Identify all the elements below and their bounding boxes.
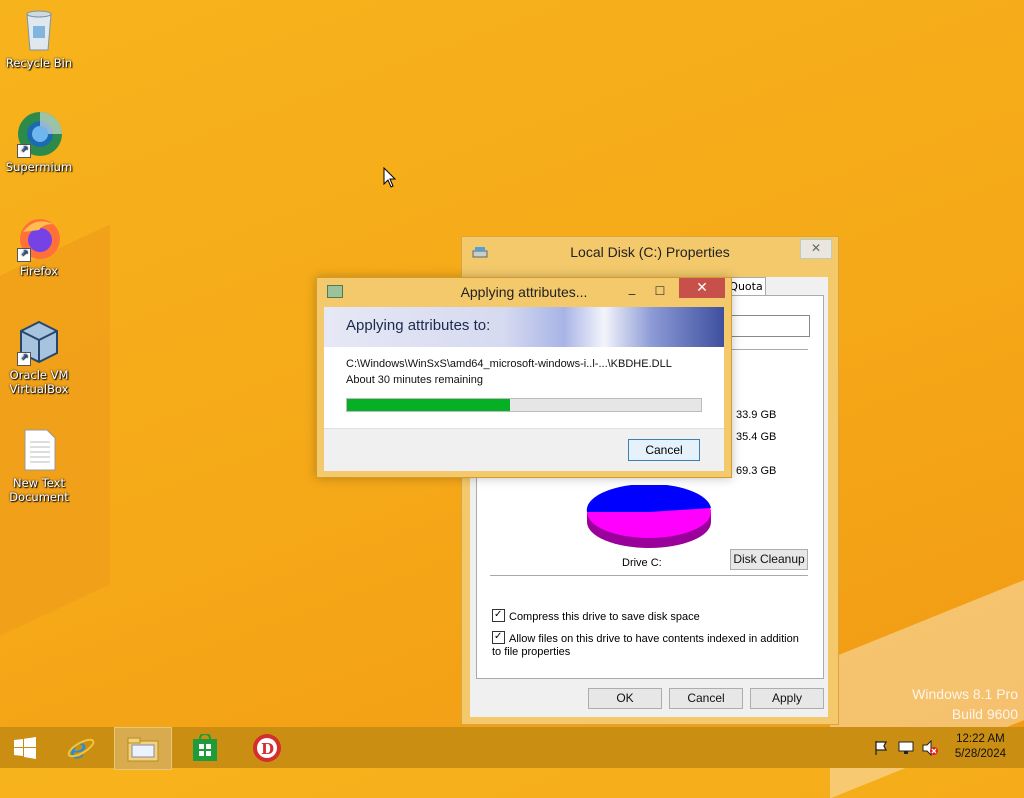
desktop-icon-supermium[interactable]: ↗ Supermium — [0, 110, 78, 174]
cancel-button[interactable]: Cancel — [669, 688, 743, 709]
clock-time: 12:22 AM — [956, 733, 1005, 745]
network-icon[interactable] — [898, 727, 914, 768]
capacity-value: 69.3 GB — [736, 465, 777, 477]
ok-button[interactable]: OK — [588, 688, 662, 709]
shortcut-arrow-icon: ↗ — [17, 248, 31, 262]
disk-cleanup-button[interactable]: Disk Cleanup — [730, 549, 808, 570]
system-clock[interactable]: 12:22 AM 5/28/2024 — [955, 732, 1006, 762]
index-drive-checkbox[interactable]: Allow files on this drive to have conten… — [492, 631, 804, 659]
shortcut-arrow-icon: ↗ — [17, 352, 31, 366]
applying-attributes-dialog[interactable]: Applying attributes... _ ☐ ✕ Applying at… — [316, 277, 732, 478]
tab-quota[interactable]: Quota — [726, 277, 766, 296]
maximize-button[interactable]: ☐ — [649, 282, 671, 300]
mouse-cursor-icon — [383, 166, 397, 192]
desktop-icon-label: Supermium — [5, 160, 73, 174]
windows-logo-icon — [14, 737, 36, 759]
divider — [490, 575, 808, 576]
desktop-icon-label: Oracle VM VirtualBox — [9, 368, 69, 396]
folder-icon — [127, 737, 159, 762]
dialog-banner: Applying attributes to: — [324, 307, 724, 347]
store-icon — [193, 734, 217, 761]
free-space-value: 35.4 GB — [736, 431, 777, 443]
store-taskbar-button[interactable] — [182, 727, 228, 768]
watermark-build: Build 9600 — [951, 706, 1018, 722]
compress-label: Compress this drive to save disk space — [509, 611, 700, 623]
internet-explorer-icon: e — [67, 733, 95, 763]
checkbox-checked-icon — [492, 609, 505, 622]
compress-drive-checkbox[interactable]: Compress this drive to save disk space — [492, 609, 700, 624]
drive-label: Drive C: — [622, 557, 662, 569]
action-center-flag-icon[interactable] — [874, 727, 890, 768]
close-button[interactable]: ✕ — [800, 239, 832, 259]
taskbar: e D 12:22 AM 5/28/2024 — [0, 727, 1024, 770]
close-button[interactable]: ✕ — [679, 278, 725, 298]
recycle-bin-icon — [15, 6, 63, 54]
firefox-icon: ↗ — [15, 214, 63, 262]
watermark-edition: Windows 8.1 Pro — [912, 686, 1018, 702]
virtualbox-icon: ↗ — [15, 318, 63, 366]
desktop-icon-virtualbox[interactable]: ↗ Oracle VM VirtualBox — [0, 318, 78, 396]
window-title: Local Disk (C:) Properties — [570, 244, 730, 260]
supermium-icon: ↗ — [15, 110, 63, 158]
desktop-icon-label: New Text Document — [9, 476, 69, 504]
file-explorer-taskbar-button[interactable] — [114, 727, 172, 770]
windows-watermark: Windows 8.1 Pro Build 9600 — [912, 684, 1018, 724]
desktop-icon-new-text-document[interactable]: New Text Document — [0, 426, 78, 504]
dialog-heading: Applying attributes to: — [346, 317, 491, 334]
time-remaining: About 30 minutes remaining — [346, 374, 483, 386]
progress-bar — [346, 398, 702, 412]
dialog-footer: Cancel — [324, 428, 724, 471]
minimize-button[interactable]: _ — [621, 282, 643, 300]
dialog-body: Applying attributes to: C:\Windows\WinSx… — [324, 307, 724, 471]
checkbox-checked-icon — [492, 631, 505, 644]
svg-text:D: D — [261, 740, 274, 758]
app-d-taskbar-button[interactable]: D — [244, 727, 290, 768]
apply-button[interactable]: Apply — [750, 688, 824, 709]
text-document-icon — [15, 426, 63, 474]
volume-muted-icon[interactable] — [922, 727, 938, 768]
index-label: Allow files on this drive to have conten… — [492, 633, 799, 658]
desktop-icon-firefox[interactable]: ↗ Firefox — [0, 214, 78, 278]
app-d-icon: D — [253, 734, 281, 762]
progress-bar-fill — [347, 399, 510, 411]
internet-explorer-taskbar-button[interactable]: e — [58, 727, 104, 768]
clock-date: 5/28/2024 — [954, 748, 1006, 760]
current-file-path: C:\Windows\WinSxS\amd64_microsoft-window… — [346, 358, 672, 370]
start-button[interactable] — [4, 727, 46, 768]
used-space-value: 33.9 GB — [736, 409, 777, 421]
cancel-button[interactable]: Cancel — [628, 439, 700, 461]
disk-usage-pie-chart — [586, 483, 712, 554]
desktop-icon-label: Firefox — [19, 264, 59, 278]
shortcut-arrow-icon: ↗ — [17, 144, 31, 158]
desktop-icon-recycle-bin[interactable]: Recycle Bin — [0, 6, 78, 70]
desktop-icon-label: Recycle Bin — [5, 56, 73, 70]
